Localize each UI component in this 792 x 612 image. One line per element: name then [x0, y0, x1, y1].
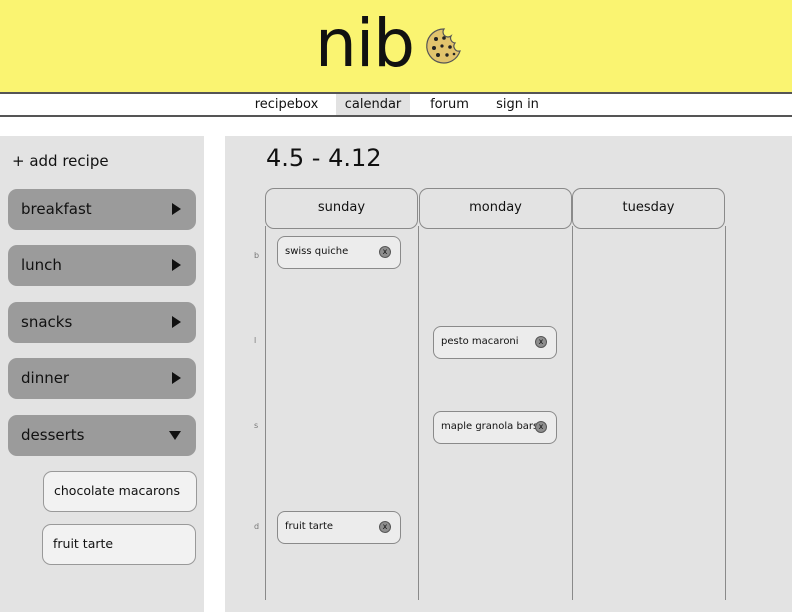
chevron-right-icon: [172, 372, 181, 384]
category-label: dinner: [21, 369, 70, 387]
category-dinner[interactable]: dinner: [8, 358, 196, 399]
cookie-icon: [426, 28, 461, 64]
recipe-item-label: fruit tarte: [53, 536, 114, 551]
category-breakfast[interactable]: breakfast: [8, 189, 196, 230]
close-icon[interactable]: x: [535, 421, 547, 433]
category-snacks[interactable]: snacks: [8, 302, 196, 343]
day-header-monday[interactable]: monday: [419, 188, 572, 229]
row-label-snacks: s: [254, 421, 259, 430]
chevron-right-icon: [172, 316, 181, 328]
meal-entry-label: pesto macaroni: [441, 336, 519, 347]
category-label: lunch: [21, 256, 62, 274]
day-header-sunday[interactable]: sunday: [265, 188, 418, 229]
site-header: nib: [0, 0, 792, 92]
meal-entry-label: fruit tarte: [285, 521, 334, 532]
close-icon[interactable]: x: [379, 521, 391, 533]
category-lunch[interactable]: lunch: [8, 245, 196, 286]
calendar-panel: 4.5 - 4.12 sunday monday tuesday b l s d…: [225, 136, 792, 612]
row-label-dinner: d: [254, 522, 260, 531]
day-header-tuesday[interactable]: tuesday: [572, 188, 725, 229]
week-range: 4.5 - 4.12: [266, 144, 382, 172]
close-icon[interactable]: x: [535, 336, 547, 348]
category-desserts[interactable]: desserts: [8, 415, 196, 456]
recipe-sidebar: + add recipe breakfast lunch snacks dinn…: [0, 136, 204, 612]
nav-forum[interactable]: forum: [424, 94, 475, 115]
meal-entry-pesto-macaroni[interactable]: pesto macaroni x: [433, 326, 557, 359]
nav-calendar[interactable]: calendar: [336, 94, 410, 115]
column-divider: [572, 226, 573, 600]
close-icon[interactable]: x: [379, 246, 391, 258]
day-label: tuesday: [622, 200, 675, 215]
column-divider: [418, 226, 419, 600]
chevron-right-icon: [172, 259, 181, 271]
meal-entry-swiss-quiche[interactable]: swiss quiche x: [277, 236, 401, 269]
main-nav: recipebox calendar forum sign in: [0, 92, 792, 117]
day-label: sunday: [317, 200, 366, 215]
category-label: desserts: [21, 426, 85, 444]
recipe-item-label: chocolate macarons: [54, 483, 180, 498]
chevron-down-icon: [169, 431, 181, 440]
recipe-item-chocolate-macarons[interactable]: chocolate macarons: [43, 471, 197, 512]
nav-recipebox[interactable]: recipebox: [249, 94, 324, 115]
row-label-breakfast: b: [254, 251, 260, 260]
column-divider: [725, 226, 726, 600]
chevron-right-icon: [172, 203, 181, 215]
recipe-item-fruit-tarte[interactable]: fruit tarte: [42, 524, 196, 565]
meal-entry-label: maple granola bars: [441, 421, 539, 432]
row-label-lunch: l: [254, 336, 257, 345]
meal-entry-label: swiss quiche: [285, 246, 349, 257]
add-recipe-button[interactable]: + add recipe: [12, 152, 109, 170]
category-label: snacks: [21, 313, 73, 331]
day-label: monday: [469, 200, 522, 215]
meal-entry-fruit-tarte[interactable]: fruit tarte x: [277, 511, 401, 544]
category-label: breakfast: [21, 200, 92, 218]
meal-entry-maple-granola-bars[interactable]: maple granola bars x: [433, 411, 557, 444]
logo-text[interactable]: nib: [315, 2, 415, 86]
nav-sign-in[interactable]: sign in: [492, 94, 543, 115]
column-divider: [265, 226, 266, 600]
